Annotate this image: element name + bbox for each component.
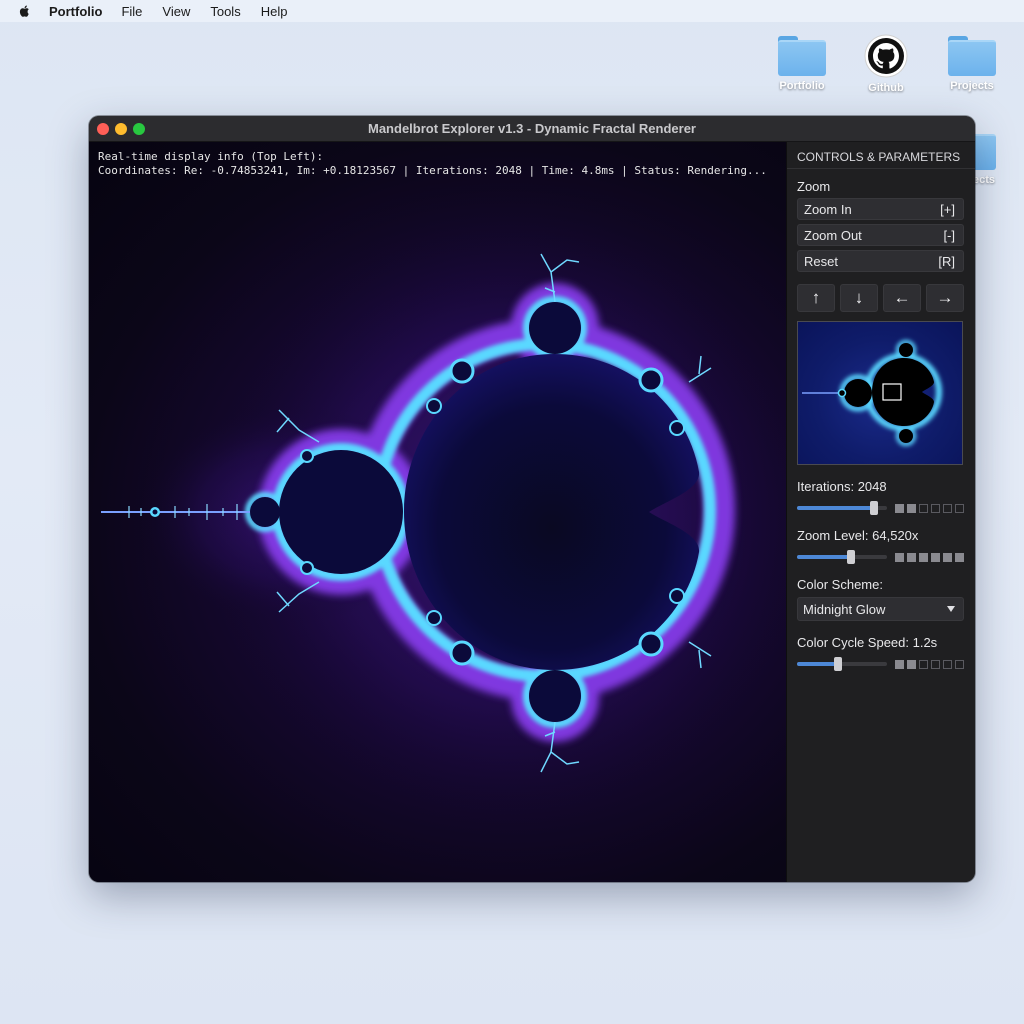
desktop-icon-label: Portfolio: [779, 80, 825, 92]
apple-icon[interactable]: [18, 4, 32, 18]
mandelbrot-render: [101, 194, 786, 834]
overlay-heading: Real-time display info (Top Left):: [98, 150, 324, 163]
level-tick: [943, 503, 952, 513]
desktop-icon-projects[interactable]: Projects: [937, 36, 1007, 92]
overlay-coordinates: Coordinates: Re: -0.74853241, Im: +0.181…: [98, 164, 767, 177]
overview-minimap[interactable]: [797, 321, 963, 465]
github-icon: [864, 34, 908, 78]
level-tick: [907, 503, 916, 513]
level-tick: [931, 503, 940, 513]
zoom-out-button[interactable]: Zoom Out [-]: [797, 224, 964, 246]
iterations-tick-indicator: [895, 503, 964, 513]
zoom-out-shortcut: [-]: [943, 227, 955, 243]
arrow-up-icon: ↑: [811, 288, 821, 307]
zoom-in-button[interactable]: Zoom In [+]: [797, 198, 964, 220]
pan-up-button[interactable]: ↑: [797, 284, 835, 312]
panel-heading: CONTROLS & PARAMETERS: [797, 150, 961, 164]
folder-icon: [948, 36, 996, 76]
cycle-speed-slider[interactable]: [797, 657, 964, 671]
level-tick: [931, 552, 940, 562]
zoom-level-label: Zoom Level: 64,520x: [797, 528, 919, 543]
pan-left-button[interactable]: ←: [883, 284, 921, 312]
window-title: Mandelbrot Explorer v1.3 - Dynamic Fract…: [368, 121, 696, 136]
iterations-slider-knob[interactable]: [869, 501, 878, 515]
arrow-left-icon: ←: [893, 288, 911, 307]
color-scheme-label: Color Scheme:: [797, 577, 883, 592]
reset-label: Reset: [804, 253, 838, 269]
menu-app-name[interactable]: Portfolio: [49, 4, 102, 19]
menu-view[interactable]: View: [162, 4, 190, 19]
zoom-in-shortcut: [+]: [940, 201, 955, 217]
level-tick: [895, 552, 904, 562]
level-tick: [907, 659, 916, 669]
level-tick: [919, 659, 928, 669]
controls-panel: CONTROLS & PARAMETERS Zoom Zoom In [+] Z…: [786, 142, 975, 882]
menu-bar: Portfolio File View Tools Help: [0, 0, 1024, 22]
menu-file[interactable]: File: [121, 4, 142, 19]
zoom-level-tick-indicator: [895, 552, 964, 562]
desktop-icon-github[interactable]: Github: [851, 34, 921, 94]
zoom-section-label: Zoom: [797, 179, 831, 194]
cycle-speed-slider-knob[interactable]: [833, 657, 842, 671]
level-tick: [907, 552, 916, 562]
arrow-right-icon: →: [936, 288, 954, 307]
zoom-out-label: Zoom Out: [804, 227, 862, 243]
cycle-speed-slider-track[interactable]: [797, 657, 887, 671]
pan-controls: ↑ ↓ ← →: [797, 284, 964, 312]
level-tick: [943, 552, 952, 562]
title-bar[interactable]: Mandelbrot Explorer v1.3 - Dynamic Fract…: [89, 116, 975, 142]
level-tick: [955, 552, 964, 562]
level-tick: [943, 659, 952, 669]
zoom-level-slider-knob[interactable]: [847, 550, 855, 564]
app-window: Mandelbrot Explorer v1.3 - Dynamic Fract…: [89, 116, 975, 882]
desktop-icon-label: Github: [868, 82, 904, 94]
zoom-in-label: Zoom In: [804, 201, 852, 217]
desktop-icon-portfolio[interactable]: Portfolio: [767, 36, 837, 92]
fractal-canvas[interactable]: Real-time display info (Top Left): Coord…: [89, 142, 786, 882]
iterations-slider[interactable]: [797, 501, 964, 515]
color-scheme-value: Midnight Glow: [803, 601, 886, 617]
level-tick: [919, 552, 928, 562]
iterations-slider-track[interactable]: [797, 501, 887, 515]
cycle-speed-label: Color Cycle Speed: 1.2s: [797, 635, 938, 650]
desktop-icon-label: Projects: [950, 80, 994, 92]
zoom-level-slider[interactable]: [797, 550, 964, 564]
render-info-overlay: Real-time display info (Top Left): Coord…: [98, 150, 767, 178]
chevron-down-icon: [947, 606, 955, 612]
color-scheme-select[interactable]: Midnight Glow: [797, 597, 964, 621]
level-tick: [895, 503, 904, 513]
menu-tools[interactable]: Tools: [210, 4, 240, 19]
level-tick: [955, 503, 964, 513]
level-tick: [955, 659, 964, 669]
pan-right-button[interactable]: →: [926, 284, 964, 312]
level-tick: [919, 503, 928, 513]
folder-icon: [778, 36, 826, 76]
level-tick: [895, 659, 904, 669]
pan-down-button[interactable]: ↓: [840, 284, 878, 312]
arrow-down-icon: ↓: [854, 288, 864, 307]
level-tick: [931, 659, 940, 669]
cycle-speed-tick-indicator: [895, 659, 964, 669]
reset-button[interactable]: Reset [R]: [797, 250, 964, 272]
menu-help[interactable]: Help: [261, 4, 288, 19]
iterations-label: Iterations: 2048: [797, 479, 887, 494]
zoom-level-slider-track[interactable]: [797, 550, 887, 564]
reset-shortcut: [R]: [938, 253, 955, 269]
